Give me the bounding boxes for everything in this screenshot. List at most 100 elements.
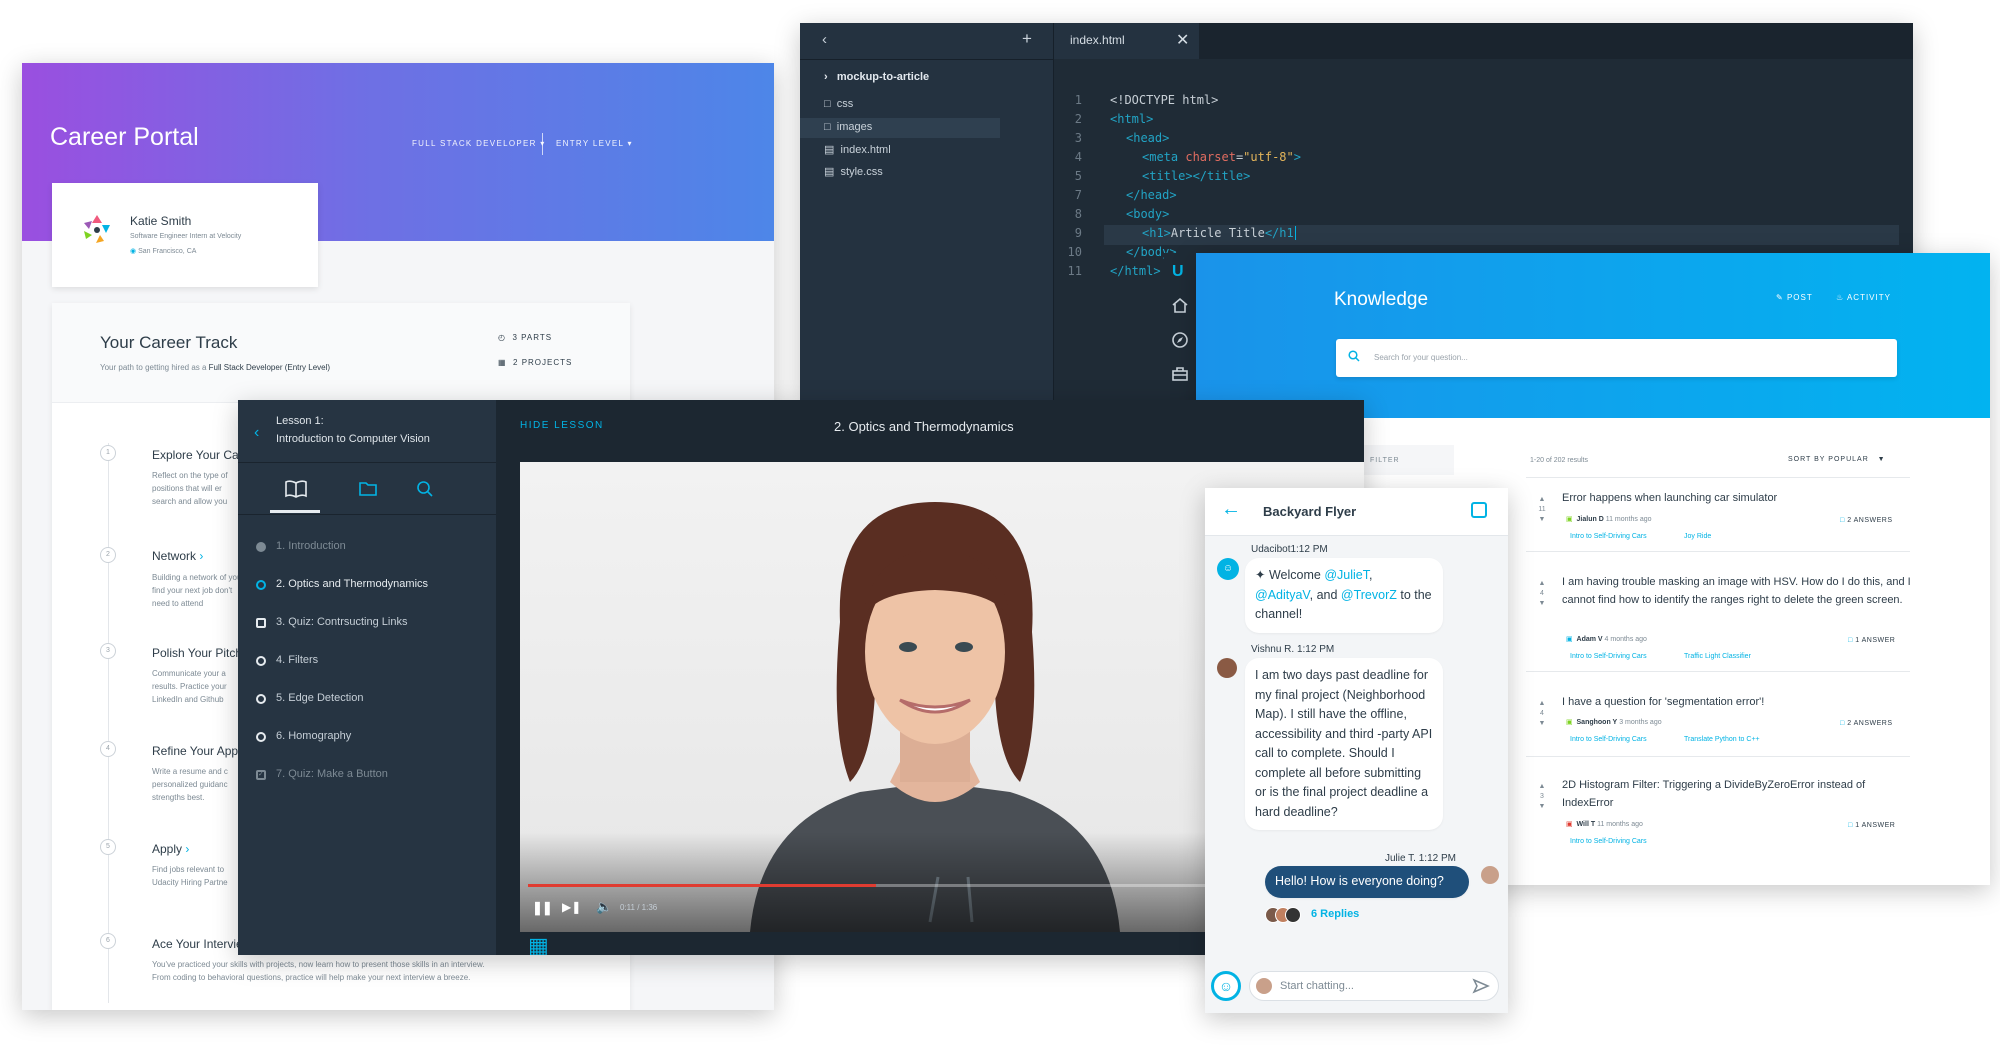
comment-icon: □: [1848, 637, 1853, 644]
project-folder[interactable]: › mockup-to-article: [824, 71, 929, 83]
mention[interactable]: @AdityaV: [1255, 588, 1310, 602]
step-title[interactable]: Refine Your Appl: [152, 744, 241, 758]
concept-item[interactable]: 6. Homography: [276, 730, 351, 742]
file-item-css[interactable]: □ css: [824, 98, 853, 110]
tag[interactable]: Intro to Self-Driving Cars: [1570, 533, 1647, 540]
answers-count[interactable]: □ 2 ANSWERS: [1840, 517, 1893, 524]
avatar: [80, 213, 114, 247]
concept-item-active[interactable]: 2. Optics and Thermodynamics: [276, 578, 428, 590]
tag[interactable]: Intro to Self-Driving Cars: [1570, 838, 1647, 845]
chat-input[interactable]: Start chatting...: [1249, 971, 1499, 1001]
book-icon[interactable]: [284, 480, 308, 498]
location-text: San Francisco, CA: [138, 248, 197, 255]
user-avatar-icon: ▣: [1566, 821, 1573, 828]
back-icon[interactable]: ‹: [254, 424, 259, 442]
step-number: 3: [100, 643, 116, 659]
search-icon: [1348, 350, 1360, 362]
question-title[interactable]: Error happens when launching car simulat…: [1562, 489, 1892, 507]
replies-link[interactable]: 6 Replies: [1311, 908, 1359, 920]
concept-item[interactable]: 3. Quiz: Contrsucting Links: [276, 616, 407, 628]
step-title-network[interactable]: Network ›: [152, 549, 203, 563]
file-item-index[interactable]: ▤ index.html: [824, 143, 891, 156]
question-title[interactable]: I have a question for 'segmentation erro…: [1562, 693, 1892, 711]
level-dropdown[interactable]: ENTRY LEVEL ▾: [556, 139, 633, 148]
step-number: 1: [100, 445, 116, 461]
chat-bubble-icon[interactable]: ▦: [528, 933, 549, 955]
career-track-subtitle: Your path to getting hired as a Full Sta…: [100, 363, 330, 372]
briefcase-icon[interactable]: [1171, 366, 1189, 382]
emoji-icon[interactable]: ☺: [1211, 971, 1241, 1001]
pause-icon[interactable]: ❚❚: [532, 900, 553, 916]
message-meta: Udacibot1:12 PM: [1251, 544, 1328, 555]
file-icon: ▤: [824, 144, 835, 156]
concept-item[interactable]: 7. Quiz: Make a Button: [276, 768, 388, 780]
sort-dropdown[interactable]: SORT BY POPULAR ▼: [1788, 456, 1886, 463]
tag[interactable]: Translate Python to C++: [1684, 736, 1760, 743]
subtitle-bold: Full Stack Developer (Entry Level): [208, 363, 331, 372]
time: 3 months ago: [1619, 719, 1662, 726]
message-time: 1:12 PM: [1418, 853, 1456, 864]
compass-icon[interactable]: [1171, 331, 1189, 349]
tag[interactable]: Traffic Light Classifier: [1684, 653, 1751, 660]
time: 11 months ago: [1605, 516, 1652, 523]
volume-icon[interactable]: 🔈: [596, 899, 612, 915]
home-icon[interactable]: [1171, 297, 1189, 313]
concept-item[interactable]: 4. Filters: [276, 654, 318, 666]
folder-icon[interactable]: [358, 480, 378, 497]
post-button[interactable]: ✎ POST: [1776, 293, 1813, 302]
concept-circle-icon: [256, 732, 266, 742]
message-author: Julie T.: [1385, 853, 1416, 864]
step-title[interactable]: Ace Your Intervie: [152, 937, 243, 951]
step-title-apply[interactable]: Apply ›: [152, 842, 189, 856]
udacity-logo-icon[interactable]: U: [1172, 263, 1184, 281]
filter-label: FILTER: [1370, 457, 1400, 464]
answers-label: 2 ANSWERS: [1847, 517, 1893, 524]
back-icon[interactable]: ‹: [822, 31, 827, 48]
message-time: 1:12 PM: [1290, 544, 1328, 555]
file-item-style[interactable]: ▤ style.css: [824, 165, 883, 178]
tag[interactable]: Intro to Self-Driving Cars: [1570, 653, 1647, 660]
step-title[interactable]: Polish Your Pitch: [152, 646, 242, 660]
message-time: 1:12 PM: [1296, 644, 1335, 655]
knowledge-title: Knowledge: [1334, 289, 1429, 310]
role-dropdown[interactable]: FULL STACK DEVELOPER ▾: [412, 139, 546, 148]
close-icon[interactable]: ✕: [1176, 30, 1189, 50]
question-title[interactable]: I am having trouble masking an image wit…: [1562, 573, 1912, 609]
mention[interactable]: @JulieT: [1324, 568, 1369, 582]
mention[interactable]: @TrevorZ: [1341, 588, 1397, 602]
concept-item[interactable]: 5. Edge Detection: [276, 692, 363, 704]
add-file-icon[interactable]: +: [1022, 29, 1032, 49]
question-title[interactable]: 2D Histogram Filter: Triggering a Divide…: [1562, 776, 1912, 812]
activity-label: ACTIVITY: [1846, 293, 1891, 302]
profile-card[interactable]: Katie Smith Software Engineer Intern at …: [52, 183, 318, 287]
activity-button[interactable]: ♨ ACTIVITY: [1836, 293, 1891, 302]
back-arrow-icon[interactable]: ←: [1221, 498, 1241, 521]
send-icon[interactable]: [1472, 977, 1490, 995]
tag[interactable]: Intro to Self-Driving Cars: [1570, 736, 1647, 743]
vote-control[interactable]: ▲ 4 ▼: [1537, 579, 1547, 609]
vote-control[interactable]: ▲ 3 ▼: [1537, 782, 1547, 812]
sidebar-divider: [800, 59, 1054, 60]
hide-lesson-button[interactable]: HIDE LESSON: [520, 420, 604, 431]
concept-item[interactable]: 1. Introduction: [276, 540, 346, 552]
step-description: Building a network of you find your next…: [152, 573, 242, 608]
answers-count[interactable]: □ 2 ANSWERS: [1840, 720, 1893, 727]
search-input[interactable]: Search for your question...: [1336, 339, 1897, 377]
tag[interactable]: Joy Ride: [1684, 533, 1711, 540]
skip-next-icon[interactable]: ▶❚: [562, 900, 581, 914]
step-title[interactable]: Explore Your Car: [152, 448, 243, 462]
chevron-right-icon: ›: [199, 549, 204, 563]
author: Adam V: [1576, 636, 1603, 643]
sort-label: SORT BY POPULAR: [1788, 456, 1869, 463]
answers-count[interactable]: □ 1 ANSWER: [1848, 822, 1895, 829]
profile-card-icon[interactable]: [1471, 502, 1487, 518]
tab-index-html[interactable]: index.html ✕: [1054, 23, 1199, 59]
file-item-images[interactable]: □ images: [824, 121, 872, 133]
user-avatar-icon: ▣: [1566, 516, 1573, 523]
answers-count[interactable]: □ 1 ANSWER: [1848, 637, 1895, 644]
search-icon[interactable]: [416, 480, 434, 498]
vote-control[interactable]: ▲ 4 ▼: [1537, 699, 1547, 729]
vote-control[interactable]: ▲ 11 ▼: [1537, 495, 1547, 525]
comment-icon: □: [1840, 517, 1845, 524]
timeline-line: [108, 443, 109, 1003]
